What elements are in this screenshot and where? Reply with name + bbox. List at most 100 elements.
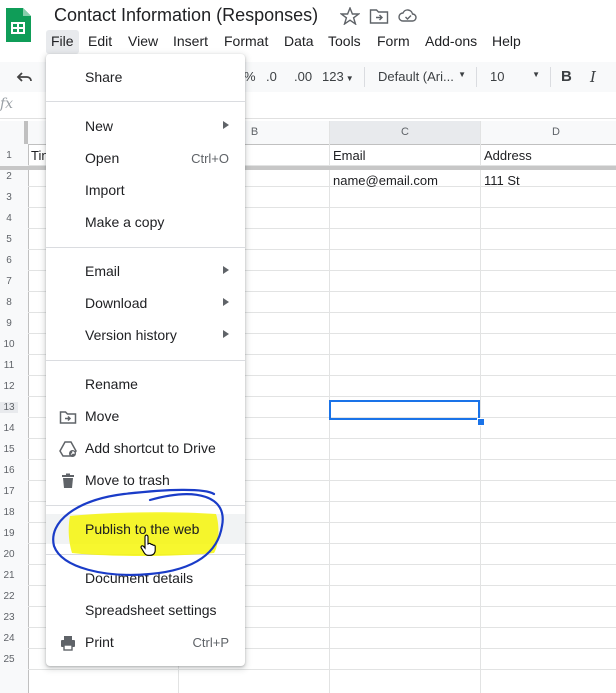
trash-icon xyxy=(62,473,74,488)
frozen-column-handle[interactable] xyxy=(24,121,28,144)
menu-tools[interactable]: Tools xyxy=(323,30,366,54)
file-menu-dropdown: Share New Open Ctrl+O Import Make a copy… xyxy=(46,54,245,666)
bold-button[interactable]: B xyxy=(561,68,572,85)
move-folder-icon xyxy=(59,411,77,424)
menu-item-open[interactable]: Open Ctrl+O xyxy=(46,143,245,173)
percent-format-button[interactable]: % xyxy=(244,69,256,84)
row-header-2[interactable]: 2 xyxy=(0,171,18,182)
menu-help[interactable]: Help xyxy=(487,30,526,54)
cell-c2[interactable]: name@email.com xyxy=(333,173,438,188)
row-header-6[interactable]: 6 xyxy=(0,255,18,266)
cell-d2[interactable]: 111 St xyxy=(484,173,520,188)
menu-item-label: Add shortcut to Drive xyxy=(85,440,216,456)
row-header-3[interactable]: 3 xyxy=(0,192,18,203)
row-header-14[interactable]: 14 xyxy=(0,423,18,434)
decrease-decimals-button[interactable]: .0 xyxy=(266,69,277,84)
chevron-down-icon: ▼ xyxy=(458,70,466,79)
menu-item-rename[interactable]: Rename xyxy=(46,369,245,399)
number-format-label: 123 xyxy=(322,69,344,84)
menu-separator xyxy=(46,247,245,248)
hand-pointer-cursor-icon xyxy=(140,534,156,556)
row-header-4[interactable]: 4 xyxy=(0,213,18,224)
menu-format[interactable]: Format xyxy=(219,30,273,54)
menu-separator xyxy=(46,101,245,102)
row-header-16[interactable]: 16 xyxy=(0,465,18,476)
row-header-10[interactable]: 10 xyxy=(0,339,18,350)
selected-cell[interactable] xyxy=(329,400,480,420)
chevron-down-icon: ▼ xyxy=(532,70,540,79)
row-header-bar xyxy=(0,144,29,693)
menu-edit[interactable]: Edit xyxy=(83,30,117,54)
menu-view[interactable]: View xyxy=(123,30,163,54)
row-header-22[interactable]: 22 xyxy=(0,591,18,602)
menu-item-label: Download xyxy=(85,295,148,311)
font-size-label: 10 xyxy=(490,69,505,84)
menu-item-print[interactable]: Print Ctrl+P xyxy=(46,627,245,657)
menu-item-move[interactable]: Move xyxy=(46,401,245,431)
menu-item-label: Rename xyxy=(85,376,138,392)
row-header-24[interactable]: 24 xyxy=(0,633,18,644)
sheets-logo-icon[interactable] xyxy=(4,6,32,44)
menu-item-new[interactable]: New xyxy=(46,111,245,141)
menu-item-email[interactable]: Email xyxy=(46,256,245,286)
menu-item-make-copy[interactable]: Make a copy xyxy=(46,207,245,237)
italic-button[interactable]: I xyxy=(590,68,596,86)
cloud-status-icon[interactable] xyxy=(398,7,418,25)
cell-c1[interactable]: Email xyxy=(333,148,366,163)
chevron-down-icon: ▼ xyxy=(345,74,354,83)
menu-data[interactable]: Data xyxy=(279,30,319,54)
menu-file[interactable]: File xyxy=(46,30,79,54)
star-icon[interactable] xyxy=(340,7,360,25)
row-header-7[interactable]: 7 xyxy=(0,276,18,287)
cell-d1[interactable]: Address xyxy=(484,148,532,163)
submenu-arrow-icon xyxy=(223,266,229,274)
menu-item-label: Spreadsheet settings xyxy=(85,602,217,618)
row-header-11[interactable]: 11 xyxy=(0,360,18,371)
menu-addons[interactable]: Add-ons xyxy=(420,30,482,54)
row-header-19[interactable]: 19 xyxy=(0,528,18,539)
menu-item-spreadsheet-settings[interactable]: Spreadsheet settings xyxy=(46,595,245,625)
increase-decimals-button[interactable]: .00 xyxy=(294,69,312,84)
row-header-17[interactable]: 17 xyxy=(0,486,18,497)
menu-item-label: Print xyxy=(85,634,114,650)
row-header-1[interactable]: 1 xyxy=(0,150,18,161)
move-folder-icon[interactable] xyxy=(369,7,389,25)
row-header-21[interactable]: 21 xyxy=(0,570,18,581)
menu-item-import[interactable]: Import xyxy=(46,175,245,205)
row-header-18[interactable]: 18 xyxy=(0,507,18,518)
menu-item-label: Import xyxy=(85,182,125,198)
row-header-13[interactable]: 13 xyxy=(0,402,18,413)
row-header-8[interactable]: 8 xyxy=(0,297,18,308)
menu-item-add-shortcut[interactable]: Add shortcut to Drive xyxy=(46,433,245,463)
number-format-dropdown[interactable]: 123 ▼ xyxy=(322,69,354,84)
row-header-12[interactable]: 12 xyxy=(0,381,18,392)
menu-insert[interactable]: Insert xyxy=(168,30,213,54)
menu-item-label: Move to trash xyxy=(85,472,170,488)
shortcut-label: Ctrl+O xyxy=(191,151,229,166)
submenu-arrow-icon xyxy=(223,298,229,306)
column-header-d[interactable]: D xyxy=(481,126,616,138)
undo-icon[interactable] xyxy=(16,69,34,85)
shortcut-label: Ctrl+P xyxy=(192,635,229,650)
row-header-15[interactable]: 15 xyxy=(0,444,18,455)
submenu-arrow-icon xyxy=(223,121,229,129)
fill-handle[interactable] xyxy=(477,418,485,426)
menu-item-version-history[interactable]: Version history xyxy=(46,320,245,350)
toolbar-divider xyxy=(550,67,551,87)
row-header-5[interactable]: 5 xyxy=(0,234,18,245)
menu-form[interactable]: Form xyxy=(372,30,415,54)
document-title[interactable]: Contact Information (Responses) xyxy=(54,5,318,26)
font-size-dropdown[interactable]: 10 ▼ xyxy=(490,69,542,84)
row-header-23[interactable]: 23 xyxy=(0,612,18,623)
row-header-9[interactable]: 9 xyxy=(0,318,18,329)
column-header-c[interactable]: C xyxy=(330,126,480,138)
menu-item-move-to-trash[interactable]: Move to trash xyxy=(46,465,245,495)
menu-item-label: Share xyxy=(85,69,123,85)
font-family-dropdown[interactable]: Default (Ari... ▼ xyxy=(378,69,468,84)
menu-item-download[interactable]: Download xyxy=(46,288,245,318)
row-header-20[interactable]: 20 xyxy=(0,549,18,560)
row-header-25[interactable]: 25 xyxy=(0,654,18,665)
menu-item-label: Open xyxy=(85,150,120,166)
menu-item-share[interactable]: Share xyxy=(46,62,245,92)
menu-item-document-details[interactable]: Document details xyxy=(46,563,245,593)
